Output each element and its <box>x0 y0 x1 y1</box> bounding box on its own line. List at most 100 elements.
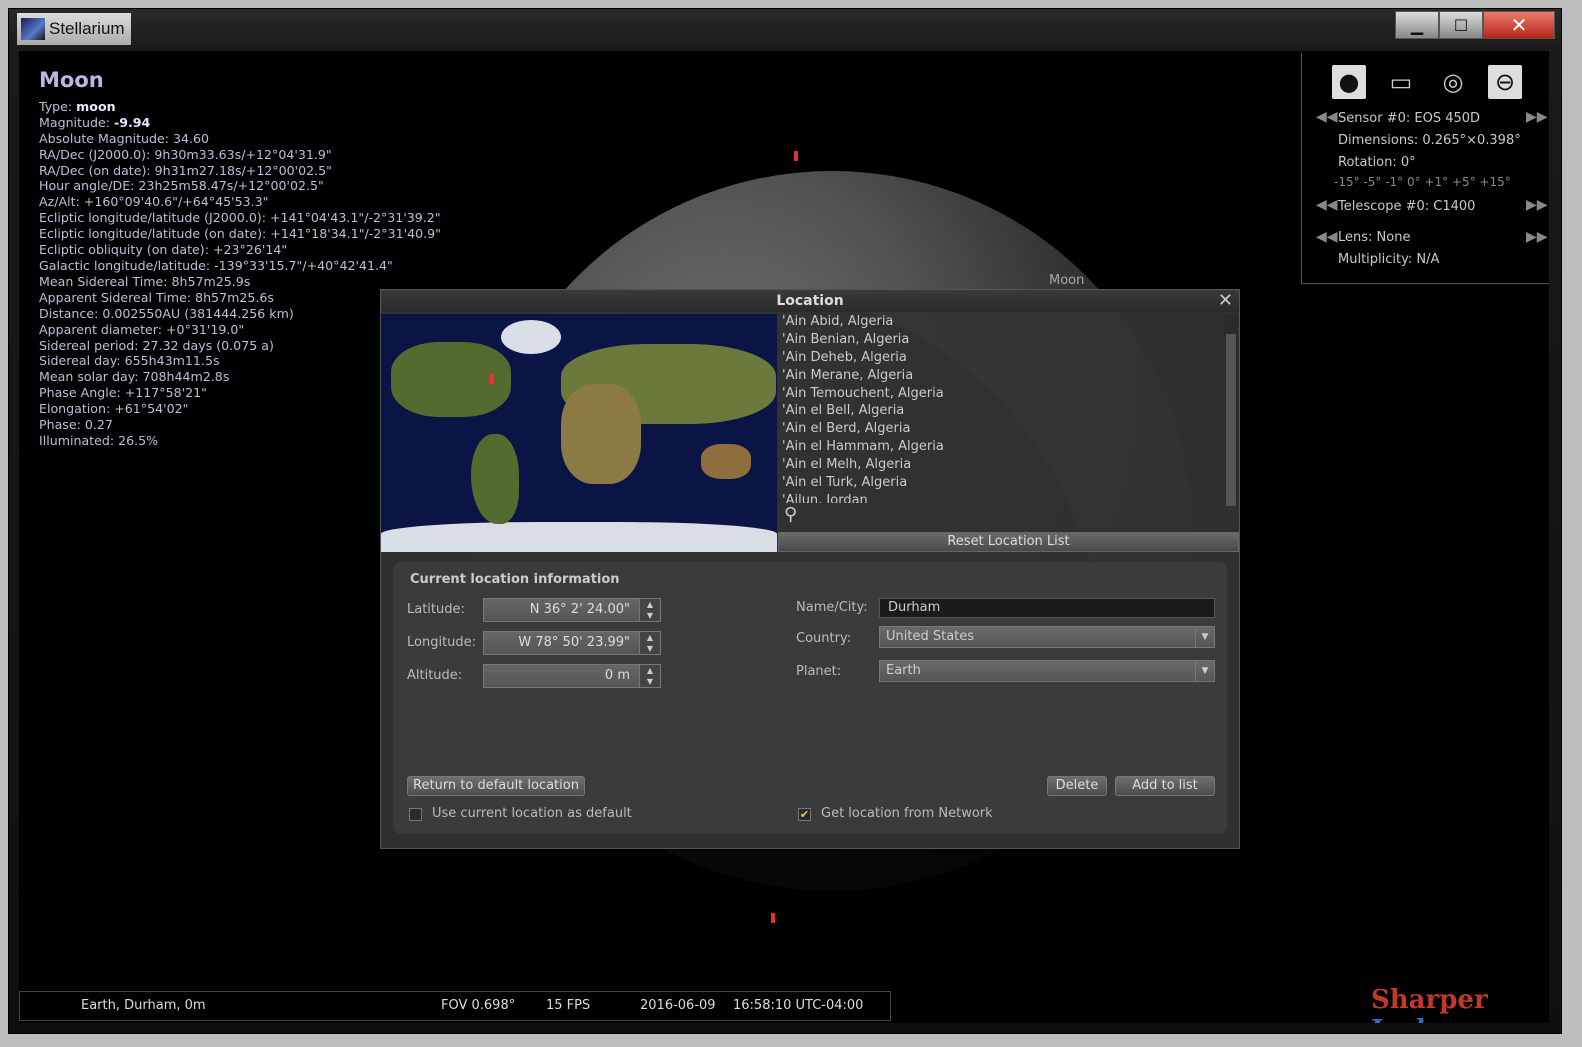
chevron-down-icon[interactable]: ▼ <box>1195 627 1214 647</box>
list-item[interactable]: 'Ain el Bell, Algeria <box>778 403 1224 421</box>
maximize-icon[interactable]: ☐ <box>1439 11 1483 39</box>
section-title: Current location information <box>410 572 620 587</box>
close-icon[interactable]: ✕ <box>1483 11 1555 39</box>
world-map[interactable]: ⬇ <box>381 314 777 552</box>
sky-view[interactable]: Moon Moon Type: moon Magnitude: -9.94 Ab… <box>19 51 1549 1023</box>
multiplicity-label: Multiplicity: N/A <box>1338 252 1440 267</box>
latitude-spinbox[interactable]: N 36° 2' 24.00" ▲ ▼ <box>483 598 661 622</box>
delete-button[interactable]: Delete <box>1047 776 1107 796</box>
list-item[interactable]: 'Ain Abid, Algeria <box>778 314 1224 332</box>
spin-arrows-icon[interactable]: ▲ ▼ <box>639 632 660 654</box>
status-location: Earth, Durham, 0m <box>81 998 206 1013</box>
ocular-config-icon[interactable]: ⊖ <box>1488 65 1522 99</box>
telescope-prev-icon[interactable]: ◀◀ <box>1316 197 1338 213</box>
spin-arrows-icon[interactable]: ▲ ▼ <box>639 665 660 687</box>
list-item[interactable]: 'Ain el Hammam, Algeria <box>778 439 1224 457</box>
dialog-title[interactable]: Location <box>381 290 1239 312</box>
stellarium-window: Stellarium ▁ ☐ ✕ Moon Moon Type: moon Ma… <box>8 8 1562 1034</box>
location-dialog: Location ✕ ⬇ 'Ain Abid, Algeria 'Ain Ben… <box>380 289 1240 849</box>
dimensions-label: Dimensions: 0.265°×0.398° <box>1338 133 1521 148</box>
location-pin-icon: ⬇ <box>485 370 499 389</box>
window-controls: ▁ ☐ ✕ <box>1395 11 1555 39</box>
chevron-down-icon[interactable]: ▼ <box>1195 661 1214 681</box>
object-name: Moon <box>39 68 104 92</box>
status-bar: Earth, Durham, 0m FOV 0.698° 15 FPS 2016… <box>19 991 891 1021</box>
current-location-panel: Current location information Latitude: N… <box>393 562 1227 834</box>
list-item[interactable]: 'Ain Temouchent, Algeria <box>778 386 1224 404</box>
object-magnitude: Magnitude: -9.94 <box>39 114 151 130</box>
telescope-label: Telescope #0: C1400 <box>1338 199 1476 214</box>
add-to-list-button[interactable]: Add to list <box>1115 776 1215 796</box>
name-city-field[interactable]: Durham <box>879 598 1215 618</box>
longitude-label: Longitude: <box>407 635 477 650</box>
altitude-spinbox[interactable]: 0 m ▲ ▼ <box>483 664 661 688</box>
network-label: Get location from Network <box>821 806 993 821</box>
planet-select[interactable]: Earth ▼ <box>879 660 1215 682</box>
antarctica-shape <box>381 522 777 552</box>
scrollbar-thumb[interactable] <box>1226 334 1236 506</box>
ocular-marker-bottom <box>771 913 775 923</box>
australia-shape <box>701 444 751 479</box>
list-item[interactable]: 'Ain el Melh, Algeria <box>778 457 1224 475</box>
telrad-icon[interactable]: ◎ <box>1436 65 1470 99</box>
south-america-shape <box>471 434 519 524</box>
oculars-panel: ● ▭ ◎ ⊖ ◀◀ ▶▶ Sensor #0: EOS 450D Dimens… <box>1301 53 1549 284</box>
info-line: Ecliptic obliquity (on date): +23°26'14" <box>39 242 288 258</box>
country-label: Country: <box>796 631 852 646</box>
country-select[interactable]: United States ▼ <box>879 626 1215 648</box>
telescope-next-icon[interactable]: ▶▶ <box>1526 197 1548 213</box>
title-bar[interactable]: Stellarium ▁ ☐ ✕ <box>9 9 1561 49</box>
location-search[interactable]: ⚲ <box>778 504 1238 530</box>
lens-next-icon[interactable]: ▶▶ <box>1526 229 1548 245</box>
lens-label: Lens: None <box>1338 230 1411 245</box>
stellarium-app-icon <box>21 18 45 40</box>
watermark-part1: Sharper <box>1371 985 1488 1015</box>
sensor-frame-icon[interactable]: ▭ <box>1384 65 1418 99</box>
list-item[interactable]: 'Ain Merane, Algeria <box>778 368 1224 386</box>
sensor-prev-icon[interactable]: ◀◀ <box>1316 109 1338 125</box>
sky-object-label: Moon <box>1049 273 1085 288</box>
status-date: 2016-06-09 <box>640 998 716 1013</box>
africa-shape <box>561 384 641 484</box>
info-line: Ecliptic longitude/latitude (on date): +… <box>39 226 441 242</box>
watermark-logo: Sharper Jacks <box>1371 985 1549 1023</box>
ocular-view-icon[interactable]: ● <box>1332 65 1366 99</box>
list-item[interactable]: 'Ain el Turk, Algeria <box>778 475 1224 493</box>
use-default-label: Use current location as default <box>432 806 632 821</box>
search-icon[interactable]: ⚲ <box>784 504 797 525</box>
object-type: Type: moon <box>39 98 116 114</box>
list-item[interactable]: 'Ain el Berd, Algeria <box>778 421 1224 439</box>
altitude-label: Altitude: <box>407 668 463 683</box>
list-item[interactable]: 'Ain Benian, Algeria <box>778 332 1224 350</box>
minimize-icon[interactable]: ▁ <box>1395 11 1439 39</box>
info-line: Ecliptic longitude/latitude (J2000.0): +… <box>39 210 441 226</box>
info-line: Hour angle/DE: 23h25m58.47s/+12°00'02.5" <box>39 178 324 194</box>
sensor-label: Sensor #0: EOS 450D <box>1338 111 1481 126</box>
watermark-part2: Jacks <box>1371 1015 1449 1023</box>
sensor-next-icon[interactable]: ▶▶ <box>1526 109 1548 125</box>
longitude-spinbox[interactable]: W 78° 50' 23.99" ▲ ▼ <box>483 631 661 655</box>
info-line: RA/Dec (J2000.0): 9h30m33.63s/+12°04'31.… <box>39 146 332 162</box>
oculars-toolbar: ● ▭ ◎ ⊖ <box>1302 53 1549 99</box>
latitude-label: Latitude: <box>407 602 465 617</box>
lens-prev-icon[interactable]: ◀◀ <box>1316 229 1338 245</box>
list-item[interactable]: 'Ajlun, Jordan <box>778 493 1224 503</box>
status-fps: 15 FPS <box>546 998 591 1013</box>
location-list-scrollbar[interactable] <box>1224 314 1238 506</box>
status-time: 16:58:10 UTC-04:00 <box>733 998 864 1013</box>
dialog-close-icon[interactable]: ✕ <box>1218 290 1233 311</box>
info-line: Absolute Magnitude: 34.60 <box>39 130 210 146</box>
use-default-checkbox[interactable] <box>409 808 422 821</box>
network-checkbox[interactable]: ✔ <box>798 808 811 821</box>
location-list[interactable]: 'Ain Abid, Algeria 'Ain Benian, Algeria … <box>778 314 1224 528</box>
rotation-label: Rotation: 0° <box>1338 155 1416 170</box>
window-title: Stellarium <box>49 19 125 38</box>
info-line: RA/Dec (on date): 9h31m27.18s/+12°00'02.… <box>39 162 332 178</box>
list-item[interactable]: 'Ain Deheb, Algeria <box>778 350 1224 368</box>
reset-location-list-button[interactable]: Reset Location List <box>778 532 1239 552</box>
rotation-steps[interactable]: -15° -5° -1° 0° +1° +5° +15° <box>1334 175 1511 189</box>
app-title-tab: Stellarium <box>17 13 131 45</box>
return-default-location-button[interactable]: Return to default location <box>407 776 585 796</box>
spin-arrows-icon[interactable]: ▲ ▼ <box>639 599 660 621</box>
greenland-shape <box>501 320 561 354</box>
